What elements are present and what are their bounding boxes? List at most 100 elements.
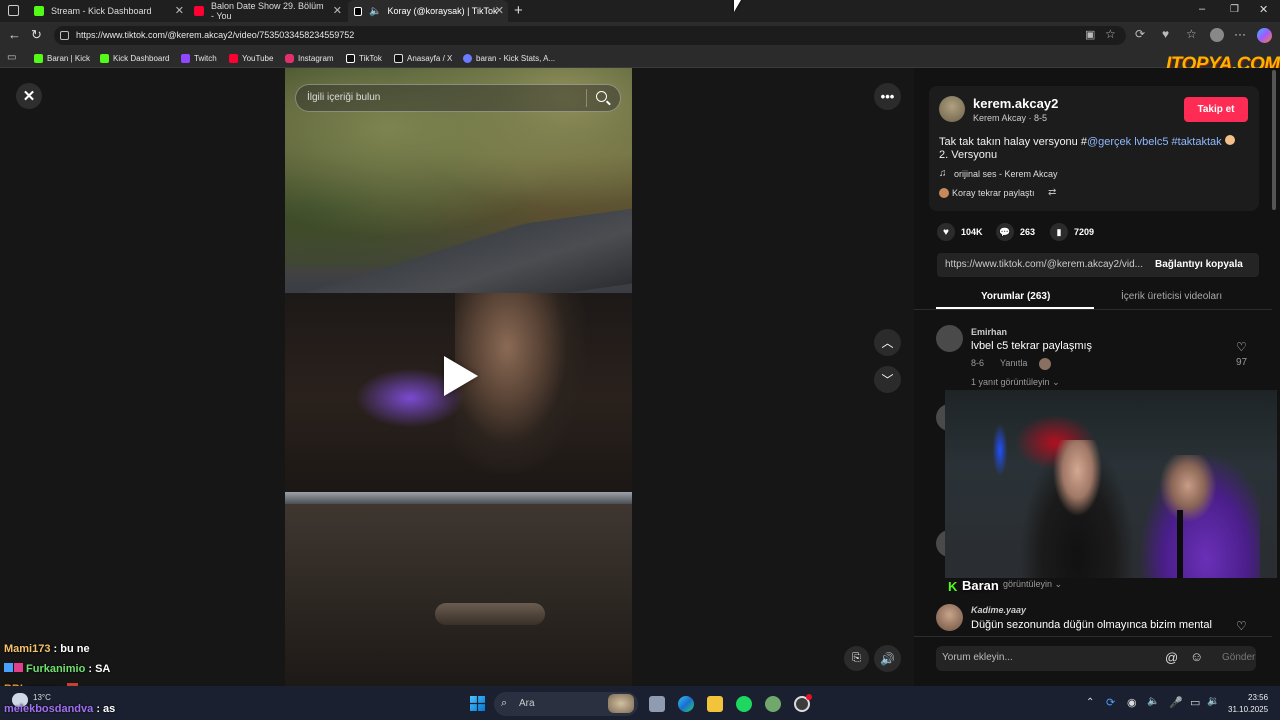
favorites-icon[interactable]: ☆ xyxy=(1186,27,1197,41)
profile-avatar[interactable] xyxy=(1210,28,1224,42)
comment-username[interactable]: Emirhan xyxy=(971,327,1007,337)
author-avatar[interactable] xyxy=(939,96,965,122)
bookmark-kick-stats[interactable]: baran - Kick Stats, A... xyxy=(463,49,555,67)
tray-mic-icon[interactable]: 🎤 xyxy=(1169,696,1183,709)
send-comment-button[interactable]: Gönder xyxy=(1222,652,1255,663)
search-icon: ⌕ xyxy=(501,697,508,709)
search-icon[interactable] xyxy=(596,91,607,102)
music-icon: ♫ xyxy=(939,168,947,179)
tab-youtube[interactable]: Balon Date Show 29. Bölüm - You ✕ xyxy=(188,0,346,22)
comment-count: 263 xyxy=(1020,227,1036,237)
edge-icon[interactable] xyxy=(678,696,694,712)
comment-like-count: 97 xyxy=(1236,357,1248,368)
webcam-overlay xyxy=(945,390,1277,578)
panel-scrollbar[interactable] xyxy=(1272,70,1276,210)
tray-volume-icon[interactable]: 🔈 xyxy=(1147,696,1159,707)
next-video-button[interactable]: ﹀ xyxy=(874,366,901,393)
tray-chevron-icon[interactable]: ⌃ xyxy=(1086,697,1094,708)
app-icon[interactable] xyxy=(765,696,781,712)
bookmark-twitch[interactable]: Twitch xyxy=(181,49,217,67)
browser-essentials-icon[interactable]: ♥ xyxy=(1162,27,1169,41)
bookmark-icon[interactable]: ▮ xyxy=(1050,223,1068,241)
view-replies-link-partial[interactable]: görüntüleyin ⌄ xyxy=(1003,579,1062,590)
caption-hashtag[interactable]: #taktaktak xyxy=(1172,136,1222,148)
reply-button[interactable]: Yanıtla xyxy=(1000,358,1027,368)
tray-speaker-icon[interactable]: 🔉 xyxy=(1207,696,1219,707)
clock-date[interactable]: 31.10.2025 xyxy=(1228,705,1268,714)
bookmark-tiktok[interactable]: TikTok xyxy=(346,49,382,67)
report-button[interactable]: ⎘ xyxy=(844,646,869,671)
volume-button[interactable]: 🔊 xyxy=(874,645,901,672)
tab-creator-videos[interactable]: İçerik üreticisi videoları xyxy=(1121,291,1222,302)
comment-input-divider xyxy=(914,636,1272,637)
back-icon[interactable]: ← xyxy=(8,27,21,42)
reload-icon[interactable]: ↻ xyxy=(31,27,42,43)
related-search-input[interactable]: İlgili içeriği bulun xyxy=(295,84,621,112)
comment-like-icon[interactable]: ♡ xyxy=(1236,619,1247,633)
bookmark-youtube[interactable]: YouTube xyxy=(229,49,273,67)
tab-actions-icon[interactable] xyxy=(8,5,19,16)
bookmark-toggle-icon[interactable]: ▭ xyxy=(7,52,16,63)
comment-input[interactable]: Yorum ekleyin... xyxy=(936,646,1256,671)
reader-icon[interactable]: ▣ xyxy=(1085,28,1095,41)
play-icon[interactable] xyxy=(444,356,478,396)
sound-name[interactable]: orijinal ses - Kerem Akcay xyxy=(954,169,1058,179)
close-icon[interactable]: ✕ xyxy=(333,4,342,17)
emoji-icon[interactable]: ☺ xyxy=(1190,649,1203,664)
restore-button[interactable]: ❐ xyxy=(1230,4,1239,15)
badge-icon xyxy=(14,663,23,672)
clock-time[interactable]: 23:56 xyxy=(1248,693,1268,702)
url-field[interactable]: https://www.tiktok.com/@kerem.akcay2/vid… xyxy=(54,26,1126,45)
comment-like-icon[interactable]: ♡ xyxy=(1236,340,1247,354)
close-icon[interactable]: ✕ xyxy=(175,4,184,17)
spotify-icon[interactable] xyxy=(736,696,752,712)
video-car-door xyxy=(285,504,632,686)
mention-icon[interactable]: @ xyxy=(1165,650,1178,665)
bookmark-baran-kick[interactable]: Baran | Kick xyxy=(34,49,90,67)
view-replies-link[interactable]: 1 yanıt görüntüleyin ⌄ xyxy=(971,377,1060,388)
close-video-button[interactable]: ✕ xyxy=(16,83,42,109)
close-window-button[interactable]: ✕ xyxy=(1259,3,1268,16)
more-options-button[interactable]: ••• xyxy=(874,83,901,110)
file-explorer-icon[interactable] xyxy=(707,696,723,712)
speaker-icon[interactable]: 🔈 xyxy=(369,6,381,17)
badge-icon xyxy=(4,663,13,672)
notification-dot xyxy=(806,694,812,700)
caption-mention[interactable]: @gerçek lvbelc5 xyxy=(1087,136,1168,148)
previous-video-button[interactable]: ︿ xyxy=(874,329,901,356)
comment-username[interactable]: Kadime.yaay xyxy=(971,605,1026,615)
more-menu-icon[interactable]: ··· xyxy=(1234,27,1246,41)
new-tab-button[interactable]: + xyxy=(514,2,523,19)
bookmark-kick-dashboard[interactable]: Kick Dashboard xyxy=(100,49,169,67)
tray-discord-icon[interactable]: ◉ xyxy=(1127,696,1137,709)
weather-temp[interactable]: 13°C xyxy=(33,693,51,702)
mouse-cursor xyxy=(734,0,741,12)
repost-icon: ⇄ xyxy=(1048,187,1057,198)
close-icon[interactable]: ✕ xyxy=(495,4,504,17)
tab-comments[interactable]: Yorumlar (263) xyxy=(981,291,1050,302)
bookmark-x[interactable]: Anasayfa / X xyxy=(394,49,452,67)
task-view-icon[interactable] xyxy=(649,696,665,712)
like-icon[interactable]: ♥ xyxy=(937,223,955,241)
url-text: https://www.tiktok.com/@kerem.akcay2/vid… xyxy=(76,30,355,40)
video-right-backdrop xyxy=(632,68,914,686)
comment-avatar[interactable] xyxy=(936,325,963,352)
author-username[interactable]: kerem.akcay2 xyxy=(973,96,1058,111)
comment-icon[interactable]: 💬 xyxy=(996,223,1014,241)
tab-kick-dashboard[interactable]: Stream - Kick Dashboard ✕ xyxy=(28,0,188,22)
copilot-icon[interactable] xyxy=(1257,28,1272,43)
tray-network-icon[interactable]: ▭ xyxy=(1190,696,1200,709)
extensions-icon[interactable]: ⟳ xyxy=(1135,27,1145,41)
site-info-icon[interactable] xyxy=(60,31,69,40)
webcam-microphone xyxy=(1177,510,1183,578)
bookmark-instagram[interactable]: Instagram xyxy=(285,49,334,67)
follow-button[interactable]: Takip et xyxy=(1184,97,1248,122)
comment-avatar[interactable] xyxy=(936,604,963,631)
minimize-button[interactable]: – xyxy=(1199,3,1205,15)
tray-sync-icon[interactable]: ⟳ xyxy=(1106,696,1115,709)
copy-link-button[interactable]: Bağlantıyı kopyala xyxy=(1155,259,1243,270)
favorite-star-icon[interactable]: ☆ xyxy=(1105,27,1116,41)
tab-tiktok[interactable]: 🔈 Koray (@koraysak) | TikTok ✕ xyxy=(348,0,508,22)
tab-label: Koray (@koraysak) | TikTok xyxy=(387,6,498,16)
repost-text[interactable]: Koray tekrar paylaştı xyxy=(952,188,1035,198)
